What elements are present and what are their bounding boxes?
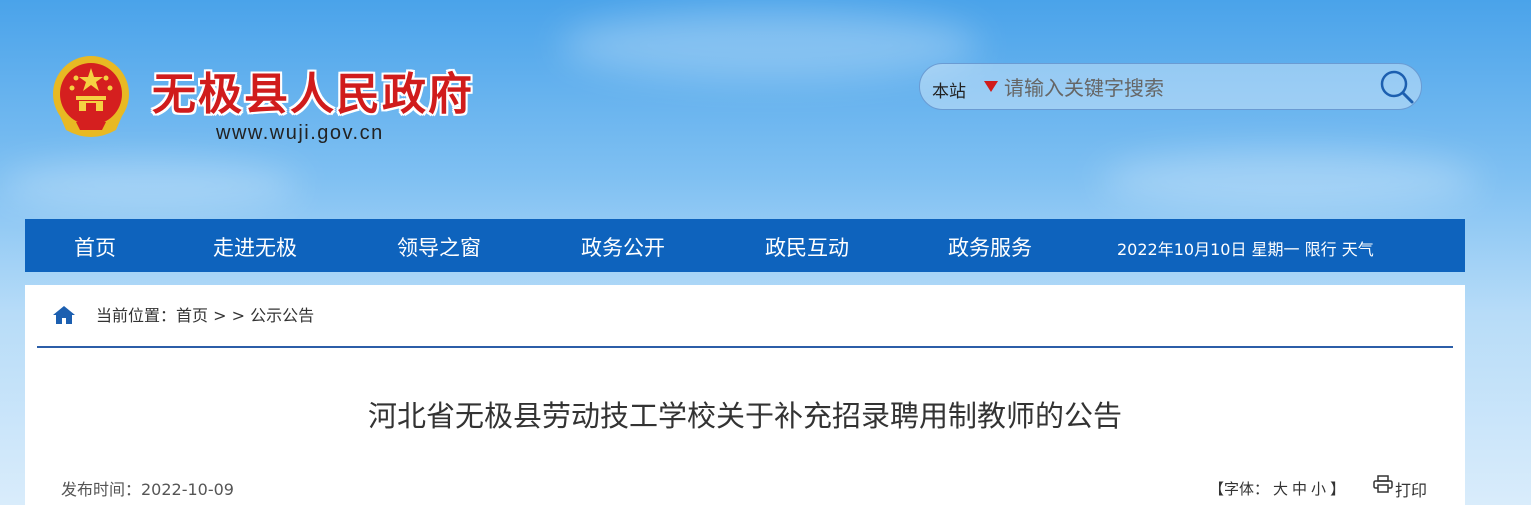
site-url: www.wuji.gov.cn — [216, 122, 384, 144]
sky-cloud — [1100, 150, 1480, 210]
font-size-large-button[interactable]: 大 — [1273, 480, 1288, 498]
font-size-medium-button[interactable]: 中 — [1292, 480, 1307, 498]
nav-item-about-wuji[interactable]: 走进无极 — [213, 232, 297, 262]
font-size-small-button[interactable]: 小 — [1311, 480, 1326, 498]
content-panel: 当前位置：首页 > > 公示公告 河北省无极县劳动技工学校关于补充招录聘用制教师… — [25, 285, 1465, 505]
nav-item-public-interaction[interactable]: 政民互动 — [765, 232, 849, 262]
breadcrumb[interactable]: 当前位置：首页 > > 公示公告 — [96, 302, 314, 326]
sky-cloud — [560, 10, 980, 80]
printer-icon — [1373, 475, 1393, 493]
nav-item-government-affairs[interactable]: 政务公开 — [581, 232, 665, 262]
print-label: 打印 — [1395, 481, 1428, 500]
search-box: 本站 — [919, 63, 1422, 110]
font-size-label: 【字体： — [1209, 480, 1270, 498]
date-weather-info: 2022年10月10日 星期一 限行 天气 — [1117, 240, 1374, 259]
search-input[interactable] — [1002, 72, 1356, 104]
nav-item-government-services[interactable]: 政务服务 — [948, 232, 1032, 262]
caret-down-icon[interactable] — [984, 81, 998, 92]
home-icon[interactable] — [52, 305, 76, 325]
divider — [37, 346, 1453, 348]
search-button[interactable] — [1377, 68, 1417, 106]
search-icon — [1380, 70, 1414, 104]
nav-item-leadership[interactable]: 领导之窗 — [397, 232, 481, 262]
font-size-bracket-close: 】 — [1330, 480, 1346, 498]
sky-cloud — [0, 160, 300, 210]
site-title[interactable]: 无极县人民政府 — [152, 58, 474, 122]
main-nav: 首页 走进无极 领导之窗 政务公开 政民互动 政务服务 2022年10月10日 … — [25, 219, 1465, 272]
search-scope-select[interactable]: 本站 — [932, 77, 966, 102]
national-emblem-logo[interactable] — [46, 52, 136, 142]
font-size-control: 【字体：大中小】 — [1207, 478, 1347, 499]
article-title: 河北省无极县劳动技工学校关于补充招录聘用制教师的公告 — [367, 399, 1122, 433]
publish-time: 发布时间：2022-10-09 — [61, 480, 234, 499]
nav-item-home[interactable]: 首页 — [74, 232, 116, 262]
